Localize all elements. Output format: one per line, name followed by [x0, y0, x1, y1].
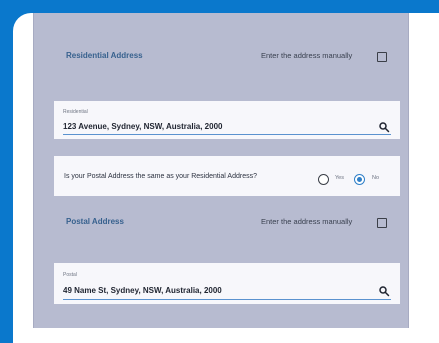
postal-field-label: Postal	[63, 272, 77, 278]
residential-manual-checkbox[interactable]	[377, 52, 387, 62]
postal-manual-checkbox[interactable]	[377, 218, 387, 228]
postal-field-underline	[63, 299, 391, 300]
search-icon[interactable]	[378, 121, 390, 133]
residential-manual-label: Enter the address manually	[261, 51, 353, 60]
residential-field-underline	[63, 134, 391, 135]
radio-button-yes[interactable]	[318, 174, 329, 185]
postal-address-title: Postal Address	[66, 217, 124, 226]
postal-address-value[interactable]: 49 Name St, Sydney, NSW, Australia, 2000	[63, 286, 222, 295]
postal-manual-label: Enter the address manually	[261, 217, 353, 226]
search-icon[interactable]	[378, 285, 390, 297]
postal-same-question-row: Is your Postal Address the same as your …	[54, 156, 400, 196]
postal-same-question: Is your Postal Address the same as your …	[64, 173, 257, 180]
radio-label-yes: Yes	[335, 175, 344, 181]
radio-label-no: No	[372, 175, 380, 181]
residential-address-value[interactable]: 123 Avenue, Sydney, NSW, Australia, 2000	[63, 122, 222, 131]
residential-field-label: Residential	[63, 109, 88, 115]
postal-address-field[interactable]: Postal 49 Name St, Sydney, NSW, Australi…	[54, 263, 400, 304]
residential-address-title: Residential Address	[66, 51, 143, 60]
radio-button-no[interactable]	[354, 174, 365, 185]
residential-address-field[interactable]: Residential 123 Avenue, Sydney, NSW, Aus…	[54, 101, 400, 139]
